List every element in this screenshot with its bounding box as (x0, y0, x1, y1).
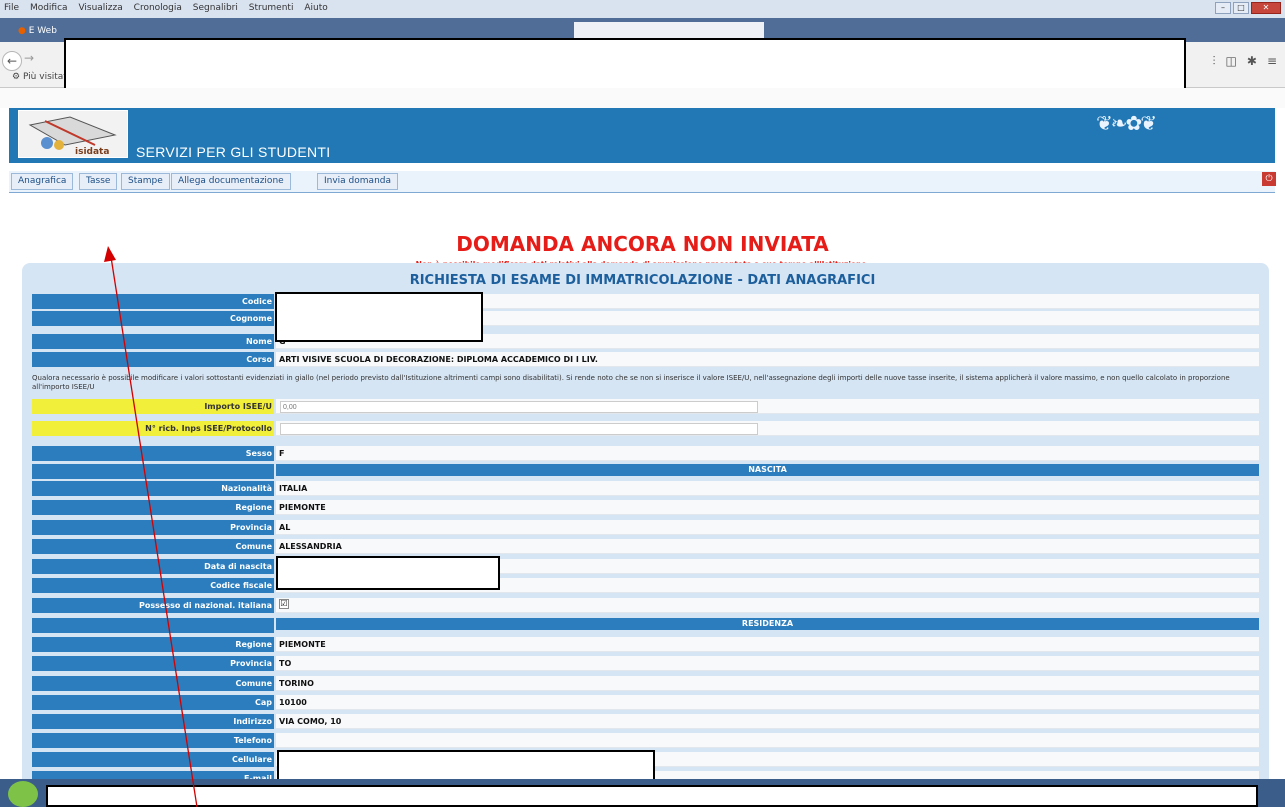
annotation-arrow-icon (104, 246, 198, 807)
